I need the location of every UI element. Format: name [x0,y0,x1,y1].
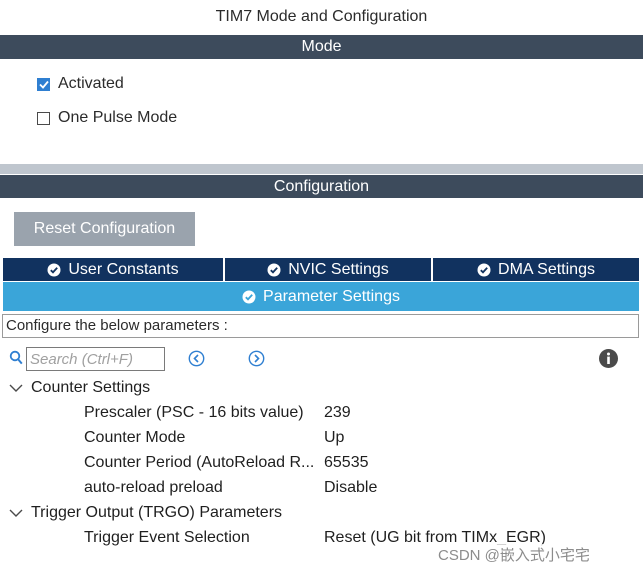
check-circle-icon [47,263,61,276]
tab-dma-settings[interactable]: DMA Settings [433,258,639,281]
activated-label: Activated [58,75,124,92]
param-name: Counter Mode [84,429,186,446]
check-circle-icon [242,290,256,303]
tab-dma-settings-label: DMA Settings [498,260,595,278]
param-name: Prescaler (PSC - 16 bits value) [84,404,304,421]
reset-configuration-button[interactable]: Reset Configuration [14,212,195,246]
param-value[interactable]: 239 [324,404,351,422]
tab-nvic-settings[interactable]: NVIC Settings [225,258,431,281]
chevron-down-icon [9,384,23,392]
param-name: Counter Period (AutoReload R... [84,454,315,471]
check-circle-icon [267,263,281,276]
activated-checkbox-row[interactable]: Activated [37,73,124,95]
search-input[interactable] [26,347,165,371]
previous-result-icon[interactable] [188,350,205,367]
param-value[interactable]: 65535 [324,454,369,472]
one-pulse-mode-checkbox-row[interactable]: One Pulse Mode [37,107,177,129]
window-title: TIM7 Mode and Configuration [215,8,428,25]
param-name: Trigger Event Selection [84,529,250,546]
tab-user-constants[interactable]: User Constants [3,258,223,281]
param-value[interactable]: Disable [324,479,377,497]
search-icon [9,350,23,365]
param-value[interactable]: Up [324,429,344,447]
check-circle-icon [477,263,491,276]
next-result-icon[interactable] [248,350,265,367]
param-name: auto-reload preload [84,479,223,496]
configuration-section-header: Configuration [0,175,643,198]
configure-parameters-label: Configure the below parameters : [2,314,639,338]
checkmark-icon [38,80,49,89]
settings-tab-row: User Constants NVIC Settings DMA Setting… [3,258,639,281]
info-icon[interactable] [598,348,619,369]
group-counter-settings[interactable]: Counter Settings [8,379,150,397]
one-pulse-mode-checkbox[interactable] [37,111,50,125]
group-title: Counter Settings [31,379,151,396]
section-divider [0,164,643,174]
tab-parameter-settings[interactable]: Parameter Settings [3,282,639,311]
group-title: Trigger Output (TRGO) Parameters [31,504,283,521]
chevron-down-icon [9,509,23,517]
tab-user-constants-label: User Constants [68,260,179,278]
mode-section-header: Mode [0,35,643,59]
tab-nvic-settings-label: NVIC Settings [288,260,389,278]
group-trigger-output[interactable]: Trigger Output (TRGO) Parameters [8,504,282,522]
watermark: CSDN @嵌入式小宅宅 [438,544,590,565]
one-pulse-mode-label: One Pulse Mode [58,109,178,126]
tab-parameter-settings-label: Parameter Settings [263,287,400,305]
activated-checkbox[interactable] [37,77,50,91]
